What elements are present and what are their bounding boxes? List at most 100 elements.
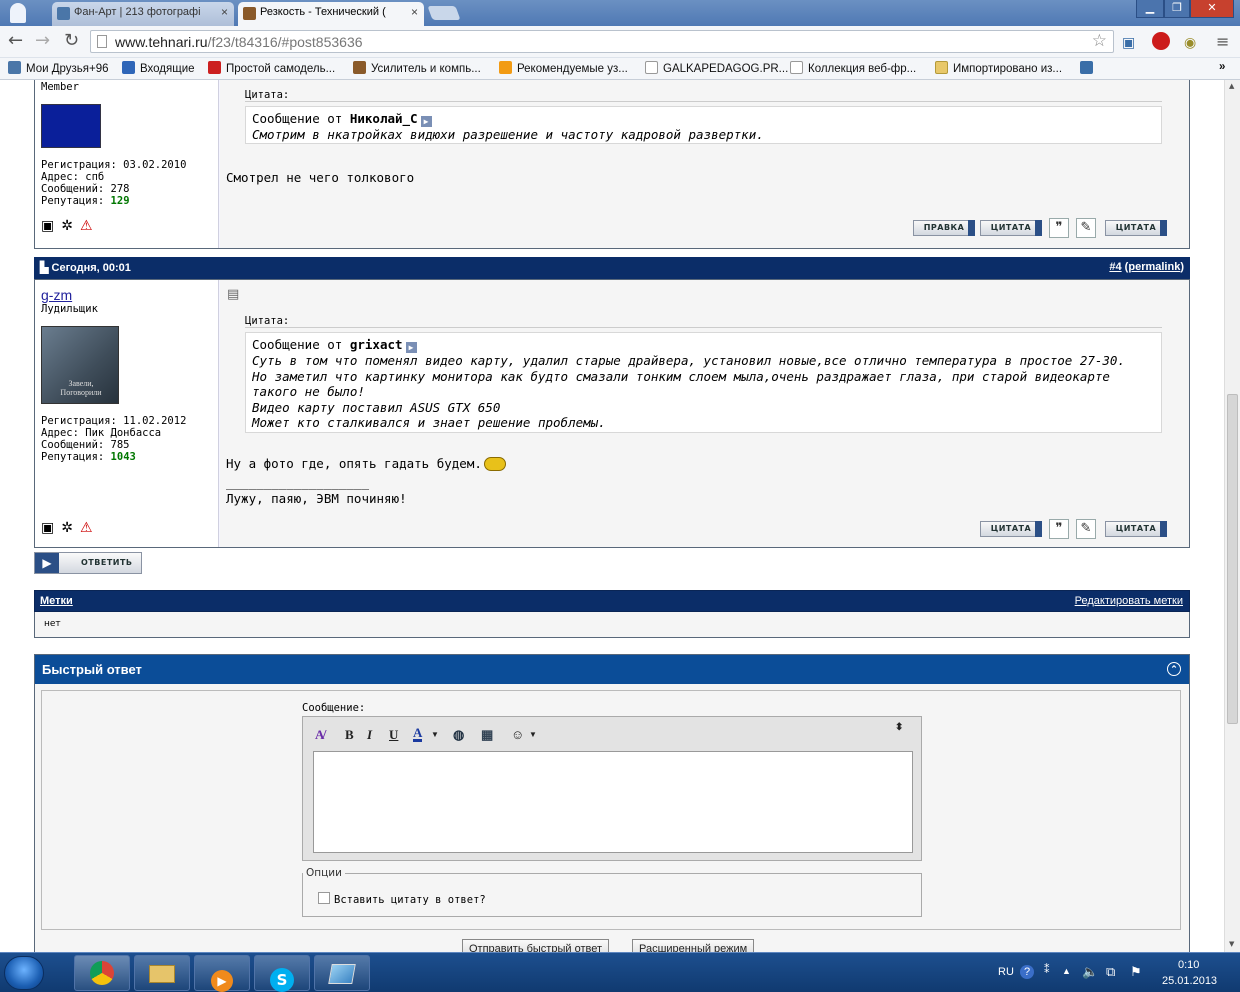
user-profile-icon[interactable] [10,3,26,23]
bold-button[interactable]: B [345,727,354,743]
quote-prefix: Сообщение от [252,111,343,126]
quick-quote-icon[interactable]: ❞ [1049,519,1069,539]
bookmark-item[interactable]: GALKAPEDAGOG.PR... [645,61,788,75]
quote-button[interactable]: ЦИТАТА [980,220,1042,236]
clock-date[interactable]: 25.01.2013 [1162,975,1217,987]
bookmark-label: GALKAPEDAGOG.PR... [663,63,789,75]
scroll-down-icon[interactable]: ▼ [1229,940,1234,948]
bookmark-item[interactable]: Рекомендуемые уз... [499,61,628,75]
explorer-taskbar-icon[interactable] [134,955,190,991]
reply-button[interactable]: ▶ ОТВЕТИТЬ [34,552,142,574]
insert-link-icon[interactable]: ◍ [453,727,464,743]
start-button[interactable] [4,956,44,990]
resize-toggle-icon[interactable]: ⬍ [895,723,903,733]
tags-title-link[interactable]: Метки [40,595,73,607]
tab-strip: Фан-Арт | 213 фотографі × Резкость - Тех… [0,0,1240,26]
italic-button[interactable]: I [367,727,372,743]
insert-quote-checkbox[interactable] [318,892,330,904]
edit-tags-link[interactable]: Редактировать метки [1075,595,1183,607]
clock-time[interactable]: 0:10 [1178,959,1199,971]
reputation-label: Репутация: [41,195,105,207]
tab-sharpness[interactable]: Резкость - Технический ( × [238,2,424,26]
quote-button[interactable]: ЦИТАТА [980,521,1042,537]
help-icon[interactable]: ? [1020,965,1034,979]
more-bookmarks-button[interactable]: » [1219,61,1225,73]
quote-author[interactable]: grixact [350,337,403,352]
forward-icon[interactable]: → [35,32,50,50]
action-center-flag-icon[interactable]: ⚑ [1130,964,1142,980]
address-bar[interactable]: www.tehnari.ru/f23/t84316/#post853636 ☆ [90,30,1114,53]
reply-label: ОТВЕТИТЬ [81,558,133,567]
tags-header: Метки Редактировать метки [34,590,1190,612]
bookmark-item[interactable]: Простой самодель... [208,61,335,75]
bookmark-star-icon[interactable]: ☆ [1092,31,1107,51]
chevron-down-icon[interactable]: ▼ [529,730,537,739]
volume-icon[interactable]: 🔈 [1082,964,1098,980]
bookmarks-bar: Мои Друзья+96 Входящие Простой самодель.… [0,58,1240,80]
reload-icon[interactable]: ↻ [64,32,79,50]
language-indicator[interactable]: RU [998,966,1014,978]
media-player-taskbar-icon[interactable]: ▶ [194,955,250,992]
font-color-button[interactable]: A [413,726,423,742]
user-avatar[interactable] [41,104,101,148]
maximize-button[interactable]: ❐ [1164,0,1190,18]
user-avatar[interactable]: Завели, Поговорили [41,326,119,404]
opera-icon[interactable] [1152,32,1170,50]
report-icon[interactable]: ⚠ [80,520,100,536]
post-number-link[interactable]: #4 [1109,261,1121,273]
other-bookmarks-icon[interactable] [1080,61,1098,75]
underline-button[interactable]: U [389,727,398,743]
remove-format-icon[interactable]: A̸ [315,727,324,743]
chrome-taskbar-icon[interactable] [74,955,130,991]
report-icon[interactable]: ⚠ [80,218,100,234]
quick-quote-icon[interactable]: ❞ [1049,218,1069,238]
multiquote-button[interactable]: ЦИТАТА [1105,521,1167,537]
vpn-icon[interactable]: ◉ [1184,34,1196,52]
close-tab-icon[interactable]: × [411,5,418,19]
view-post-icon[interactable]: ▶ [420,116,432,127]
edit-note-icon[interactable]: ✎ [1076,519,1096,539]
scrollbar-thumb[interactable] [1227,394,1238,724]
close-window-button[interactable]: ✕ [1190,0,1234,18]
insert-quote-label: Вставить цитату в ответ? [334,894,486,906]
permalink-link[interactable]: permalink [1128,261,1180,273]
bookmark-folder[interactable]: Импортировано из... [935,61,1062,75]
bookmark-label: Усилитель и компь... [371,63,481,75]
bookmark-item[interactable]: Коллекция веб-фр... [790,61,916,75]
vk-profile-icon[interactable]: ▣ [41,520,61,536]
edit-note-icon[interactable]: ✎ [1076,218,1096,238]
back-icon[interactable]: ← [8,32,23,50]
smiley-icon[interactable]: ☺ [511,727,524,743]
bookmark-item[interactable]: Входящие [122,61,195,75]
extension-icon[interactable]: ▣ [1122,34,1135,52]
tray-icon[interactable]: ⁑ [1044,963,1050,976]
menu-icon[interactable]: ≡ [1216,33,1229,51]
insert-image-icon[interactable]: ▦ [481,727,493,743]
minimize-button[interactable]: ▁ [1136,0,1164,18]
username-link[interactable]: g-zm [41,287,72,303]
show-hidden-icons[interactable]: ▲ [1062,966,1071,976]
page-icon [790,61,803,74]
bookmark-item[interactable]: Мои Друзья+96 [8,61,109,75]
close-tab-icon[interactable]: × [221,5,228,19]
reputation-icon[interactable]: ✲ [61,520,80,536]
vk-profile-icon[interactable]: ▣ [41,218,61,234]
view-post-icon[interactable]: ▶ [405,342,417,353]
page-scrollbar[interactable]: ▲ ▼ [1224,80,1240,952]
reputation-icon[interactable]: ✲ [61,218,80,234]
tab-fan-art[interactable]: Фан-Арт | 213 фотографі × [52,2,234,26]
multiquote-button[interactable]: ЦИТАТА [1105,220,1167,236]
chevron-down-icon[interactable]: ▼ [431,730,439,739]
url-path: /f23/t84316/#post853636 [207,34,363,50]
skype-taskbar-icon[interactable]: S [254,955,310,992]
collapse-icon[interactable]: ⌃ [1167,662,1181,676]
app-taskbar-icon[interactable] [314,955,370,991]
quote-text: Может кто сталкивался и знает решение пр… [252,415,606,430]
message-textarea[interactable] [313,751,913,853]
quote-author[interactable]: Николай_С [350,111,418,126]
bookmark-item[interactable]: Усилитель и компь... [353,61,481,75]
new-tab-button[interactable] [427,6,461,20]
scroll-up-icon[interactable]: ▲ [1229,82,1234,90]
edit-button[interactable]: ПРАВКА [913,220,975,236]
network-icon[interactable]: ⧉ [1106,964,1115,980]
